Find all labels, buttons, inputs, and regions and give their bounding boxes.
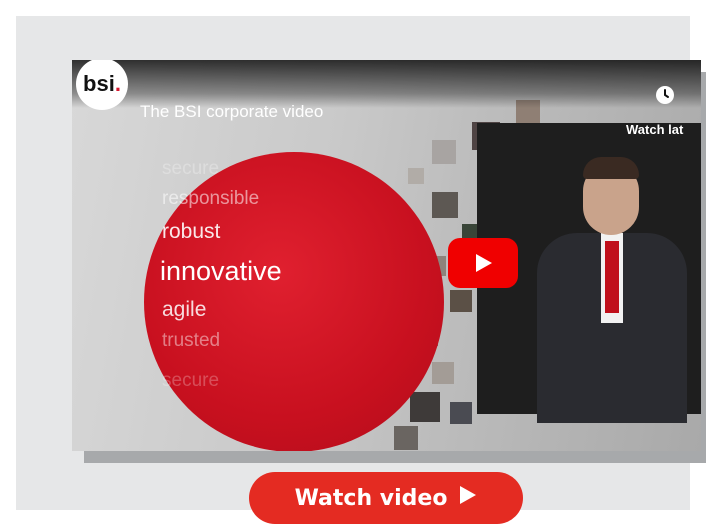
watch-video-button[interactable]: Watch video <box>249 472 523 524</box>
word-secure-top: secure <box>162 158 220 179</box>
video-title[interactable]: The BSI corporate video <box>140 102 323 122</box>
video-thumbnail[interactable]: secure responsible robust innovative agi… <box>72 60 701 451</box>
presenter-hair <box>583 157 639 179</box>
watch-later-label[interactable]: Watch lat <box>626 122 683 137</box>
word-secure-bottom: secure <box>162 370 220 391</box>
watch-video-label: Watch video <box>294 485 448 511</box>
presenter-tie <box>605 241 619 313</box>
clock-icon[interactable] <box>656 86 674 104</box>
play-icon[interactable] <box>448 238 518 288</box>
word-innovative: innovative <box>160 256 282 286</box>
word-robust: robust <box>162 220 221 243</box>
bsi-logo[interactable]: bsi. <box>76 60 128 110</box>
word-agile: agile <box>162 298 207 321</box>
play-triangle-icon <box>459 485 477 511</box>
bsi-logo-text: bsi <box>83 71 115 96</box>
video-card: secure responsible robust innovative agi… <box>16 16 706 524</box>
word-responsible: responsible <box>162 188 260 209</box>
word-trusted: trusted <box>162 330 221 351</box>
video-title-bar <box>72 60 701 108</box>
